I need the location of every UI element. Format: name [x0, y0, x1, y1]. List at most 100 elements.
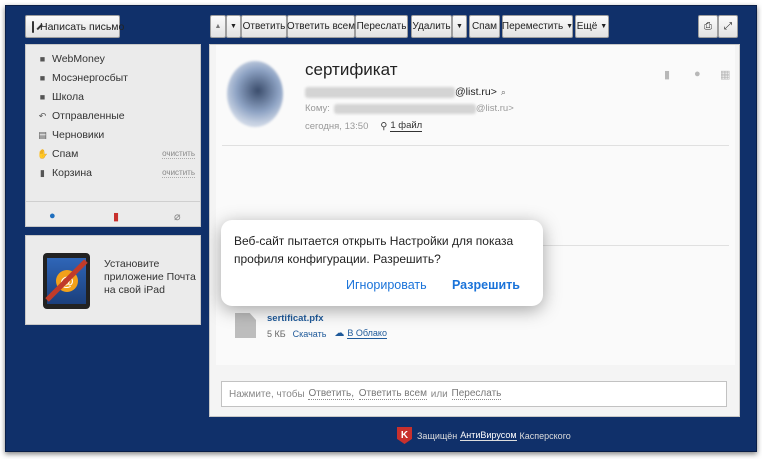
- folder-webmoney[interactable]: ■ WebMoney: [37, 50, 197, 68]
- folder-spam[interactable]: ✋ Спам очистить: [37, 145, 197, 163]
- chevron-down-icon: ▼: [456, 23, 463, 30]
- divider: [222, 145, 729, 146]
- unread-filter-icon[interactable]: ●: [49, 210, 56, 222]
- save-to-cloud-link[interactable]: В Облако: [347, 328, 387, 339]
- antivirus-link[interactable]: АнтиВирусом: [460, 430, 517, 441]
- redacted-recipient: [333, 103, 476, 114]
- more-button[interactable]: Ещё ▼: [575, 15, 609, 38]
- attachment-meta: 5 КБ Скачать ☁ В Облако: [267, 328, 387, 339]
- delete-button[interactable]: Удалить: [411, 15, 452, 38]
- read-status-icon[interactable]: ●: [694, 68, 701, 80]
- quick-forward-link[interactable]: Переслать: [451, 388, 502, 400]
- reply-or: или: [430, 388, 448, 400]
- allow-button[interactable]: Разрешить: [452, 278, 520, 292]
- pencil-icon: [32, 20, 34, 33]
- bookmark-icon[interactable]: ▮: [664, 68, 670, 81]
- date-line: сегодня, 13:50 ⚲ 1 файл: [305, 120, 423, 132]
- promo-line-2: приложение Почта: [104, 271, 196, 283]
- expand-button[interactable]: ⤢: [718, 15, 738, 38]
- chevron-down-icon: ▼: [566, 23, 574, 30]
- delete-label: Удалить: [412, 21, 451, 32]
- flagged-filter-icon[interactable]: ▮: [113, 210, 119, 223]
- delete-dropdown-button[interactable]: ▼: [452, 15, 467, 38]
- ipad-promo[interactable]: @ Установите приложение Почта на свой iP…: [25, 235, 201, 325]
- divider: [26, 201, 200, 202]
- message-subject: сертификат: [305, 60, 398, 79]
- quick-reply-link[interactable]: Ответить,: [308, 388, 354, 400]
- search-icon[interactable]: ⌕: [501, 87, 506, 98]
- configuration-profile-alert: Веб-сайт пытается открыть Настройки для …: [221, 220, 543, 306]
- move-label: Переместить: [501, 21, 564, 32]
- redacted-sender: [305, 86, 455, 98]
- reply-all-label: Ответить всем: [286, 21, 356, 32]
- folder-trash[interactable]: ▮ Корзина очистить: [37, 164, 197, 182]
- file-icon[interactable]: [235, 313, 256, 338]
- compose-button[interactable]: Написать письмо: [25, 15, 124, 38]
- reply-label: Ответить: [242, 21, 286, 32]
- folder-icon: ■: [39, 54, 46, 64]
- folder-label: WebMoney: [52, 53, 105, 65]
- antivirus-footer: K Защищён АнтиВирусом Касперского: [397, 427, 571, 444]
- sender-line[interactable]: @list.ru> ⌕: [305, 86, 506, 98]
- print-button[interactable]: ⎙: [698, 15, 718, 38]
- attachment-size: 5 КБ: [267, 328, 286, 339]
- recipient-domain: @list.ru>: [475, 103, 514, 114]
- forward-label: Переслать: [356, 21, 407, 32]
- spam-label: Спам: [471, 21, 498, 32]
- move-button[interactable]: Переместить ▼: [502, 15, 573, 38]
- recipient-line: Кому: @list.ru>: [305, 103, 514, 114]
- chevron-down-icon: ▼: [600, 23, 608, 30]
- folder-icon: ■: [39, 73, 46, 83]
- sender-domain: @list.ru>: [455, 86, 497, 98]
- folder-sidebar: ■ WebMoney ■ Мосэнергосбыт ■ Школа ↶ Отп…: [25, 44, 201, 227]
- reply-button[interactable]: Ответить: [241, 15, 287, 38]
- trash-icon: ▮: [40, 167, 45, 178]
- expand-icon: ⤢: [724, 21, 732, 32]
- to-label: Кому:: [305, 103, 330, 114]
- folder-drafts[interactable]: ▤ Черновики: [37, 126, 197, 144]
- footer-suffix: Касперского: [519, 430, 571, 441]
- ipad-mail-icon: @: [43, 253, 90, 309]
- folder-label: Спам: [52, 148, 79, 160]
- calendar-icon[interactable]: ▦: [720, 68, 730, 81]
- message-date: сегодня, 13:50: [305, 120, 369, 132]
- promo-line-1: Установите: [104, 258, 160, 270]
- sent-icon: ↶: [38, 110, 47, 121]
- clear-trash-link[interactable]: очистить: [162, 168, 195, 178]
- avatar[interactable]: [227, 61, 283, 127]
- alert-message: Веб-сайт пытается открыть Настройки для …: [234, 234, 514, 266]
- ignore-button[interactable]: Игнорировать: [346, 278, 427, 292]
- folder-label: Отправленные: [52, 110, 125, 122]
- quick-reply-box[interactable]: Нажмите, чтобы Ответить, Ответить всем и…: [221, 381, 727, 407]
- folder-school[interactable]: ■ Школа: [37, 88, 197, 106]
- folder-label: Корзина: [52, 167, 92, 179]
- message-body: сертификат ▮ ● ▦ @list.ru> ⌕ Кому: @list…: [216, 45, 735, 365]
- promo-text: Установите приложение Почта на свой iPad: [104, 258, 200, 297]
- draft-icon: ▤: [38, 129, 47, 140]
- attachment-name[interactable]: sertificat.pfx: [267, 313, 324, 324]
- footer-prefix: Защищён: [417, 430, 458, 441]
- up-arrow-icon: ▲: [214, 23, 222, 30]
- folder-mosenergosbyt[interactable]: ■ Мосэнергосбыт: [37, 69, 197, 87]
- kaspersky-logo-icon: K: [397, 427, 412, 444]
- prev-message-button[interactable]: ▲: [210, 15, 226, 38]
- paperclip-icon: ⚲: [380, 120, 388, 132]
- reply-all-button[interactable]: Ответить всем: [287, 15, 355, 38]
- files-link[interactable]: 1 файл: [390, 120, 423, 132]
- reply-prefix: Нажмите, чтобы: [229, 388, 305, 400]
- folder-sent[interactable]: ↶ Отправленные: [37, 107, 197, 125]
- forward-button[interactable]: Переслать: [355, 15, 408, 38]
- folder-label: Мосэнергосбыт: [52, 72, 128, 84]
- quick-reply-all-link[interactable]: Ответить всем: [358, 388, 427, 400]
- spam-icon: ✋: [37, 148, 49, 159]
- folder-icon: ■: [39, 92, 46, 102]
- download-link[interactable]: Скачать: [293, 329, 327, 339]
- compose-label: Написать письмо: [40, 20, 125, 33]
- next-message-button[interactable]: ▼: [226, 15, 241, 38]
- promo-line-3: на свой iPad: [104, 284, 165, 296]
- folder-label: Школа: [52, 91, 84, 103]
- clear-spam-link[interactable]: очистить: [162, 149, 195, 159]
- attachment-filter-icon[interactable]: ⌀: [174, 210, 181, 223]
- spam-button[interactable]: Спам: [469, 15, 500, 38]
- more-label: Ещё: [576, 21, 598, 32]
